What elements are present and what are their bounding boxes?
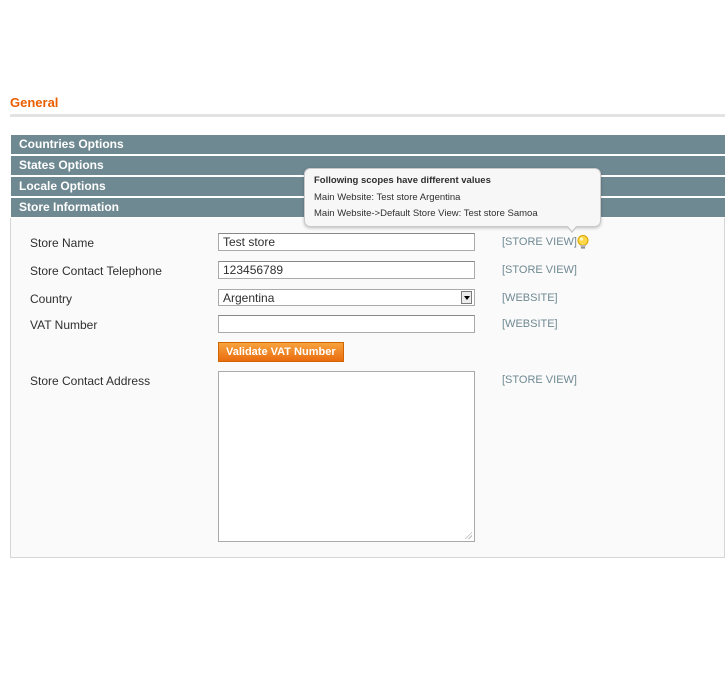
store-name-scope: [STORE VIEW] bbox=[502, 236, 577, 248]
lightbulb-icon[interactable] bbox=[575, 234, 591, 250]
store-name-input[interactable] bbox=[218, 233, 475, 251]
vat-number-label: VAT Number bbox=[30, 318, 98, 332]
tooltip-line: Main Website->Default Store View: Test s… bbox=[314, 208, 538, 219]
title-divider bbox=[10, 114, 725, 117]
section-countries-options[interactable]: Countries Options bbox=[11, 135, 725, 154]
store-phone-label: Store Contact Telephone bbox=[30, 264, 162, 278]
country-select[interactable]: Argentina bbox=[218, 289, 475, 306]
tooltip-title: Following scopes have different values bbox=[314, 175, 491, 186]
page-title: General bbox=[10, 95, 59, 110]
store-phone-scope: [STORE VIEW] bbox=[502, 264, 577, 276]
store-phone-input[interactable] bbox=[218, 261, 475, 279]
store-address-textarea[interactable] bbox=[218, 371, 475, 542]
vat-number-input[interactable] bbox=[218, 315, 475, 333]
tooltip-line: Main Website: Test store Argentina bbox=[314, 192, 461, 203]
country-label: Country bbox=[30, 292, 73, 306]
resize-handle-icon[interactable] bbox=[464, 531, 472, 539]
store-address-scope: [STORE VIEW] bbox=[502, 374, 577, 386]
vat-number-scope: [WEBSITE] bbox=[502, 318, 558, 330]
store-name-label: Store Name bbox=[30, 236, 95, 250]
chevron-down-icon[interactable] bbox=[461, 291, 472, 304]
store-address-label: Store Contact Address bbox=[30, 374, 151, 388]
country-scope: [WEBSITE] bbox=[502, 292, 558, 304]
tooltip-tail-fill bbox=[567, 225, 577, 231]
country-select-value: Argentina bbox=[223, 291, 275, 305]
scope-values-tooltip: Following scopes have different values M… bbox=[304, 168, 601, 227]
validate-vat-button[interactable]: Validate VAT Number bbox=[218, 342, 344, 362]
